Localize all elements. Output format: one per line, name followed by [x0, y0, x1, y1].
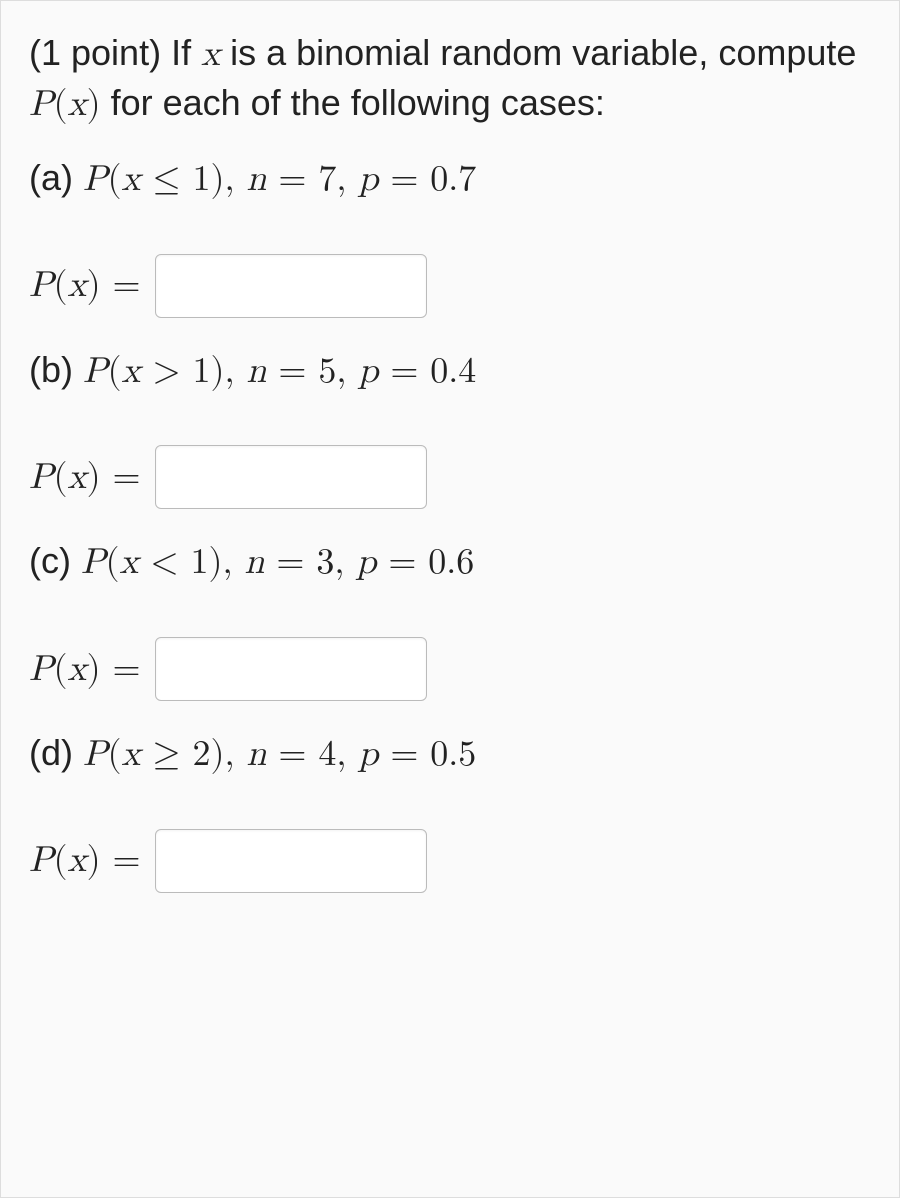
part-b-answer-input[interactable]: [155, 445, 427, 509]
part-c-answer-input[interactable]: [155, 637, 427, 701]
intro-tail: for each of the following cases:: [101, 82, 605, 123]
intro-points: (1 point) If: [29, 32, 201, 73]
intro-mid: is a binomial random variable, compute: [220, 32, 856, 73]
problem-intro: (1 point) If x is a binomial random vari…: [29, 29, 871, 128]
intro-var-x: x: [201, 36, 220, 72]
part-c-expression: P(x < 1), n = 3, p = 0.6: [81, 544, 474, 580]
part-a-answer-input[interactable]: [155, 254, 427, 318]
part-a-answer-row: P(x) =: [29, 254, 871, 318]
part-b-answer-row: P(x) =: [29, 445, 871, 509]
part-c-answer-row: P(x) =: [29, 637, 871, 701]
part-d-answer-label: P(x) =: [29, 836, 141, 885]
part-d-answer-input[interactable]: [155, 829, 427, 893]
part-b-answer-label: P(x) =: [29, 453, 141, 502]
intro-Px: P(x): [29, 86, 101, 122]
part-d: (d) P(x ≥ 2), n = 4, p = 0.5: [29, 729, 871, 779]
part-b-expression: P(x > 1), n = 5, p = 0.4: [83, 353, 476, 389]
part-d-expression: P(x ≥ 2), n = 4, p = 0.5: [83, 736, 476, 772]
part-c: (c) P(x < 1), n = 3, p = 0.6: [29, 537, 871, 587]
part-a-label: (a): [29, 157, 83, 198]
part-c-answer-label: P(x) =: [29, 645, 141, 694]
part-d-label: (d): [29, 732, 83, 773]
part-c-label: (c): [29, 540, 81, 581]
part-a-answer-label: P(x) =: [29, 261, 141, 310]
part-d-answer-row: P(x) =: [29, 829, 871, 893]
part-a-expression: P(x ≤ 1), n = 7, p = 0.7: [83, 161, 476, 197]
part-a: (a) P(x ≤ 1), n = 7, p = 0.7: [29, 154, 871, 204]
part-b-label: (b): [29, 349, 83, 390]
part-b: (b) P(x > 1), n = 5, p = 0.4: [29, 346, 871, 396]
